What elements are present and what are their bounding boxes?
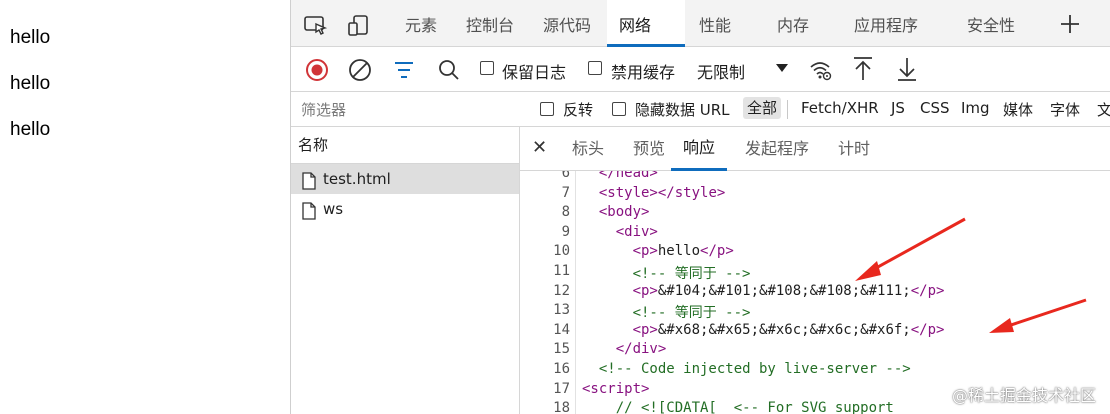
download-icon[interactable] — [896, 56, 918, 86]
invert-checkbox[interactable] — [540, 102, 554, 116]
line-number: 16 — [553, 361, 570, 377]
request-name: ws — [323, 200, 344, 218]
annotation-arrow — [855, 217, 966, 281]
inspect-element-icon[interactable] — [304, 15, 328, 35]
chevron-down-icon[interactable] — [776, 64, 788, 72]
tab-security[interactable]: 安全性 — [955, 0, 1027, 47]
line-number: 8 — [561, 204, 570, 221]
disable-cache-checkbox[interactable] — [588, 61, 602, 75]
hello-text: hello — [10, 27, 51, 48]
code-line: <p>&#x68;&#x65;&#x6c;&#x6c;&#x6f;</p> — [632, 321, 945, 338]
tab-timing[interactable]: 计时 — [826, 127, 882, 171]
code-line: <div> — [615, 223, 658, 240]
document-icon — [302, 200, 316, 230]
detail-tab-bar: ✕ 标头 预览 响应 发起程序 计时 — [520, 127, 1110, 171]
throttling-select[interactable]: 无限制 — [697, 59, 745, 83]
hide-data-url-checkbox[interactable] — [612, 102, 626, 116]
record-icon[interactable] — [305, 58, 329, 86]
request-name: test.html — [323, 170, 391, 188]
filter-type-font[interactable]: 字体 — [1050, 99, 1080, 120]
search-icon[interactable] — [437, 58, 461, 86]
device-emulation-icon[interactable] — [348, 15, 370, 36]
filter-type-doc[interactable]: 文 — [1097, 99, 1110, 120]
request-row[interactable]: test.html — [291, 164, 519, 194]
name-column-header[interactable]: 名称 — [291, 127, 519, 164]
filter-type-all[interactable]: 全部 — [743, 97, 782, 119]
line-number: 6 — [561, 171, 570, 181]
preserve-log-label: 保留日志 — [502, 63, 567, 82]
divider — [787, 100, 788, 119]
line-number: 15 — [553, 341, 570, 358]
watermark: @稀土掘金技术社区 — [951, 386, 1096, 405]
filter-icon[interactable] — [393, 60, 415, 84]
add-tab-icon[interactable] — [1059, 13, 1081, 33]
code-line: </head> — [598, 171, 658, 181]
tab-memory[interactable]: 内存 — [765, 0, 821, 47]
line-number: 18 — [553, 400, 570, 414]
tab-sources[interactable]: 源代码 — [531, 0, 603, 47]
code-line: </div> — [615, 341, 667, 358]
line-number: 17 — [553, 380, 570, 397]
code-line: <!-- Code injected by live-server --> — [582, 361, 911, 377]
line-number: 12 — [553, 282, 570, 299]
tab-initiator[interactable]: 发起程序 — [733, 127, 821, 171]
filter-input[interactable]: 筛选器 — [301, 99, 346, 120]
hello-text: hello — [10, 119, 51, 140]
close-icon[interactable]: ✕ — [532, 137, 547, 158]
tab-headers[interactable]: 标头 — [560, 127, 616, 171]
line-number-gutter: 6 7 8 9 10 11 12 13 14 15 16 17 18 — [520, 171, 576, 414]
code-line: <!-- 等同于 --> — [582, 305, 751, 322]
filter-type-fetch-xhr[interactable]: Fetch/XHR — [801, 99, 879, 117]
network-conditions-icon[interactable] — [808, 58, 832, 86]
response-code-view[interactable]: 6 7 8 9 10 11 12 13 14 15 16 17 18 </head> <style></… — [520, 171, 1110, 414]
clear-icon[interactable] — [348, 58, 372, 86]
tab-console[interactable]: 控制台 — [454, 0, 526, 47]
code-line: <body> — [598, 204, 650, 221]
line-number: 9 — [561, 223, 570, 240]
request-row[interactable]: ws — [291, 194, 519, 224]
tab-elements[interactable]: 元素 — [393, 0, 449, 47]
network-toolbar: 保留日志 禁用缓存 无限制 — [291, 47, 1110, 92]
tab-network-label: 网络 — [619, 16, 652, 35]
devtools-tab-bar: 元素 控制台 源代码 网络✕ 性能 内存 应用程序 安全性 — [291, 0, 1110, 87]
code-line: <script> — [582, 380, 650, 397]
tab-network[interactable]: 网络✕ — [607, 0, 685, 87]
tab-preview[interactable]: 预览 — [621, 127, 677, 171]
preserve-log-checkbox[interactable] — [480, 61, 494, 75]
request-detail-panel: ✕ 标头 预览 响应 发起程序 计时 6 7 8 9 10 11 12 13 14 15 16 17 1… — [520, 127, 1110, 414]
annotation-arrow — [989, 298, 1087, 333]
invert-label: 反转 — [563, 101, 594, 119]
line-number: 14 — [553, 321, 570, 338]
tab-response[interactable]: 响应 — [671, 127, 728, 171]
hello-text: hello — [10, 73, 51, 94]
filter-type-css[interactable]: CSS — [920, 99, 950, 117]
upload-icon[interactable] — [852, 56, 874, 86]
code-line: <!-- 等同于 --> — [582, 266, 751, 282]
filter-type-img[interactable]: Img — [961, 99, 990, 117]
filter-bar: 筛选器 反转 隐藏数据 URL 全部 Fetch/XHR JS CSS Img … — [291, 92, 1110, 127]
filter-type-js[interactable]: JS — [891, 99, 905, 117]
code-line: <style></style> — [598, 184, 726, 201]
hide-data-url-label: 隐藏数据 URL — [635, 101, 730, 119]
line-number: 13 — [553, 302, 570, 319]
disable-cache-label: 禁用缓存 — [611, 63, 676, 82]
tab-application[interactable]: 应用程序 — [842, 0, 930, 47]
filter-type-media[interactable]: 媒体 — [1003, 99, 1033, 120]
page-preview: hello hello hello — [0, 0, 290, 414]
line-number: 7 — [561, 184, 570, 201]
code-line: <p>hello</p> — [632, 243, 734, 260]
code-line: // <![CDATA[ <-- For SVG support — [582, 400, 894, 414]
devtools-panel: 元素 控制台 源代码 网络✕ 性能 内存 应用程序 安全性 保留日志 禁用缓存 … — [290, 0, 1110, 414]
line-number: 11 — [553, 263, 570, 279]
line-number: 10 — [553, 243, 570, 260]
request-list: 名称 test.html ws — [291, 127, 520, 414]
tab-performance[interactable]: 性能 — [687, 0, 743, 47]
